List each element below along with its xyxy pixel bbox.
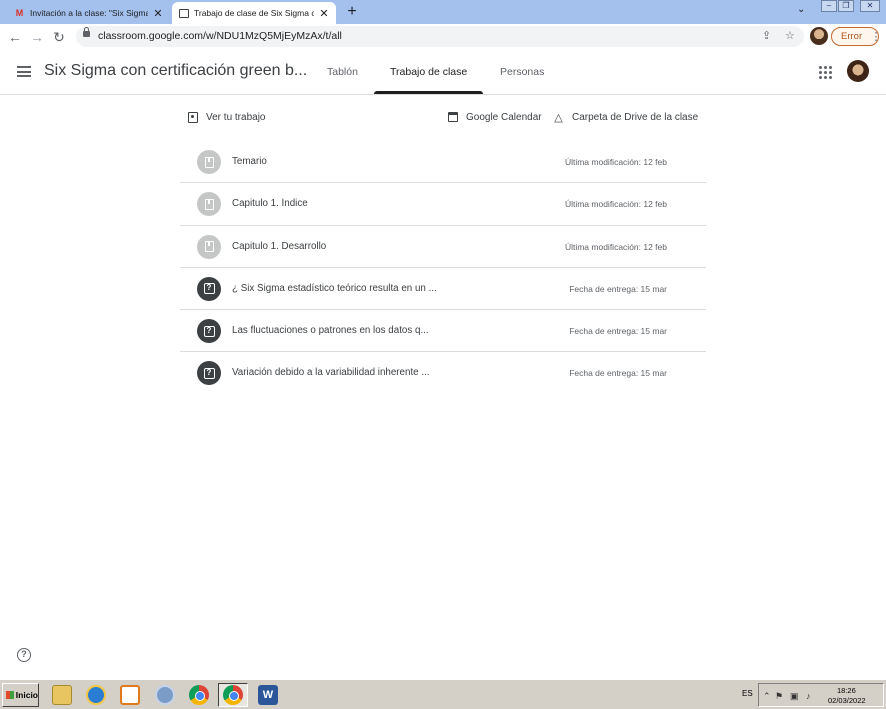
tab-classroom-classwork[interactable]: Trabajo de clase de Six Sigma con ce ✕ bbox=[172, 2, 336, 24]
google-apps-icon[interactable] bbox=[819, 66, 832, 79]
classroom-icon bbox=[178, 8, 189, 19]
class-title[interactable]: Six Sigma con certificación green b... bbox=[44, 62, 307, 80]
url-text[interactable]: classroom.google.com/w/NDU1MzQ5MjEyMzAx/… bbox=[98, 30, 342, 42]
drive-folder-label: Carpeta de Drive de la clase bbox=[572, 111, 699, 123]
material-icon bbox=[197, 192, 221, 217]
list-item[interactable]: ? ¿ Six Sigma estadístico teórico result… bbox=[180, 268, 706, 311]
calendar-icon bbox=[446, 111, 459, 124]
file-explorer-taskbar-icon[interactable] bbox=[47, 683, 77, 707]
chrome-active-taskbar-icon[interactable] bbox=[218, 683, 248, 707]
classwork-actions: Ver tu trabajo Google Calendar △ Carpeta… bbox=[180, 107, 706, 129]
drive-icon: △ bbox=[554, 111, 563, 124]
browser-profile-avatar[interactable] bbox=[810, 27, 828, 45]
list-item[interactable]: ? Variación debido a la variabilidad inh… bbox=[180, 352, 706, 394]
active-tab-indicator bbox=[374, 91, 483, 94]
item-date: Fecha de entrega: 15 mar bbox=[569, 283, 667, 294]
main-menu-icon[interactable] bbox=[17, 66, 31, 77]
clock-date[interactable]: 02/03/2022 bbox=[828, 696, 866, 705]
network-icon[interactable]: ▣ bbox=[790, 691, 799, 702]
item-title: ¿ Six Sigma estadístico teórico resulta … bbox=[232, 282, 437, 294]
close-window-button[interactable]: ✕ bbox=[860, 0, 880, 12]
drive-folder-link[interactable]: △ Carpeta de Drive de la clase bbox=[552, 107, 698, 127]
maximize-button[interactable]: ❐ bbox=[838, 0, 854, 12]
tab-people[interactable]: Personas bbox=[500, 66, 544, 78]
browser-toolbar: ← → ↻ classroom.google.com/w/NDU1MzQ5MjE… bbox=[0, 24, 886, 50]
bookmark-star-icon[interactable]: ☆ bbox=[785, 29, 795, 42]
question-icon: ? bbox=[197, 276, 221, 301]
start-button[interactable]: Inicio bbox=[2, 683, 39, 707]
start-label: Inicio bbox=[15, 690, 38, 700]
show-hidden-icons-icon[interactable]: ⌃ bbox=[763, 691, 771, 702]
minimize-button[interactable]: – bbox=[821, 0, 837, 12]
word-taskbar-icon[interactable]: W bbox=[253, 683, 283, 707]
close-tab-icon[interactable]: ✕ bbox=[318, 7, 330, 20]
list-item[interactable]: Capitulo 1. Desarrollo Última modificaci… bbox=[180, 226, 706, 268]
lock-icon bbox=[83, 27, 90, 37]
address-bar[interactable]: classroom.google.com/w/NDU1MzQ5MjEyMzAx/… bbox=[76, 26, 804, 47]
internet-explorer-taskbar-icon[interactable] bbox=[81, 683, 111, 707]
item-title: Las fluctuaciones o patrones en los dato… bbox=[232, 325, 429, 337]
media-player-taskbar-icon[interactable] bbox=[115, 683, 145, 707]
tab-classwork[interactable]: Trabajo de clase bbox=[390, 66, 467, 78]
gmail-icon: M bbox=[15, 8, 24, 18]
material-icon bbox=[197, 150, 221, 174]
windows-flag-icon bbox=[6, 691, 14, 699]
material-icon bbox=[197, 234, 221, 259]
list-item[interactable]: Temario Última modificación: 12 feb bbox=[180, 141, 706, 184]
reload-icon[interactable]: ↻ bbox=[50, 28, 68, 46]
item-title: Variación debido a la variabilidad inher… bbox=[232, 367, 430, 379]
google-calendar-link[interactable]: Google Calendar bbox=[446, 107, 542, 127]
help-icon[interactable]: ? bbox=[17, 648, 31, 662]
view-your-work-link[interactable]: Ver tu trabajo bbox=[186, 107, 265, 127]
view-your-work-label: Ver tu trabajo bbox=[206, 111, 266, 123]
question-icon: ? bbox=[197, 319, 221, 344]
list-item[interactable]: Capitulo 1. Índice Última modificación: … bbox=[180, 183, 706, 226]
account-avatar[interactable] bbox=[847, 60, 869, 82]
action-center-flag-icon[interactable]: ⚑ bbox=[775, 691, 783, 702]
item-date: Fecha de entrega: 15 mar bbox=[569, 326, 667, 337]
chrome-taskbar-icon[interactable] bbox=[150, 683, 180, 707]
list-item[interactable]: ? Las fluctuaciones o patrones en los da… bbox=[180, 310, 706, 353]
close-tab-icon[interactable]: ✕ bbox=[152, 7, 164, 20]
item-title: Capitulo 1. Desarrollo bbox=[232, 240, 327, 252]
language-indicator[interactable]: ES bbox=[742, 689, 753, 698]
back-arrow-icon[interactable]: ← bbox=[6, 28, 24, 46]
tab-search-chevron-icon[interactable]: ⌄ bbox=[797, 4, 805, 15]
item-date: Última modificación: 12 feb bbox=[564, 157, 667, 167]
item-title: Temario bbox=[232, 156, 267, 167]
forward-arrow-icon[interactable]: → bbox=[28, 28, 46, 46]
chrome-profile-taskbar-icon[interactable] bbox=[184, 683, 214, 707]
tab-gmail-invitation[interactable]: M Invitación a la clase: "Six Sigma con … bbox=[8, 2, 170, 24]
windows-taskbar: Inicio W ES ⌃ ⚑ ▣ ♪ 18:26 02/03/2022 bbox=[0, 679, 886, 709]
question-icon: ? bbox=[197, 361, 221, 386]
item-date: Última modificación: 12 feb bbox=[564, 241, 667, 252]
classroom-header: Six Sigma con certificación green b... T… bbox=[0, 50, 886, 95]
browser-tab-strip: M Invitación a la clase: "Six Sigma con … bbox=[0, 0, 886, 24]
tab-title: Trabajo de clase de Six Sigma con ce bbox=[194, 8, 314, 18]
share-icon[interactable]: ⇪ bbox=[762, 29, 771, 42]
tab-stream[interactable]: Tablón bbox=[327, 66, 358, 78]
item-date: Fecha de entrega: 15 mar bbox=[569, 368, 667, 379]
google-calendar-label: Google Calendar bbox=[466, 111, 542, 123]
tab-title: Invitación a la clase: "Six Sigma con c bbox=[30, 8, 148, 18]
more-menu-icon[interactable]: ⋮ bbox=[867, 28, 885, 46]
classwork-list: Temario Última modificación: 12 feb Capi… bbox=[180, 141, 706, 395]
clock-time[interactable]: 18:26 bbox=[837, 686, 856, 695]
item-date: Última modificación: 12 feb bbox=[564, 199, 667, 210]
assignment-ind-icon bbox=[186, 111, 199, 124]
volume-icon[interactable]: ♪ bbox=[806, 691, 811, 701]
item-title: Capitulo 1. Índice bbox=[232, 198, 308, 210]
new-tab-button[interactable]: + bbox=[344, 3, 360, 21]
